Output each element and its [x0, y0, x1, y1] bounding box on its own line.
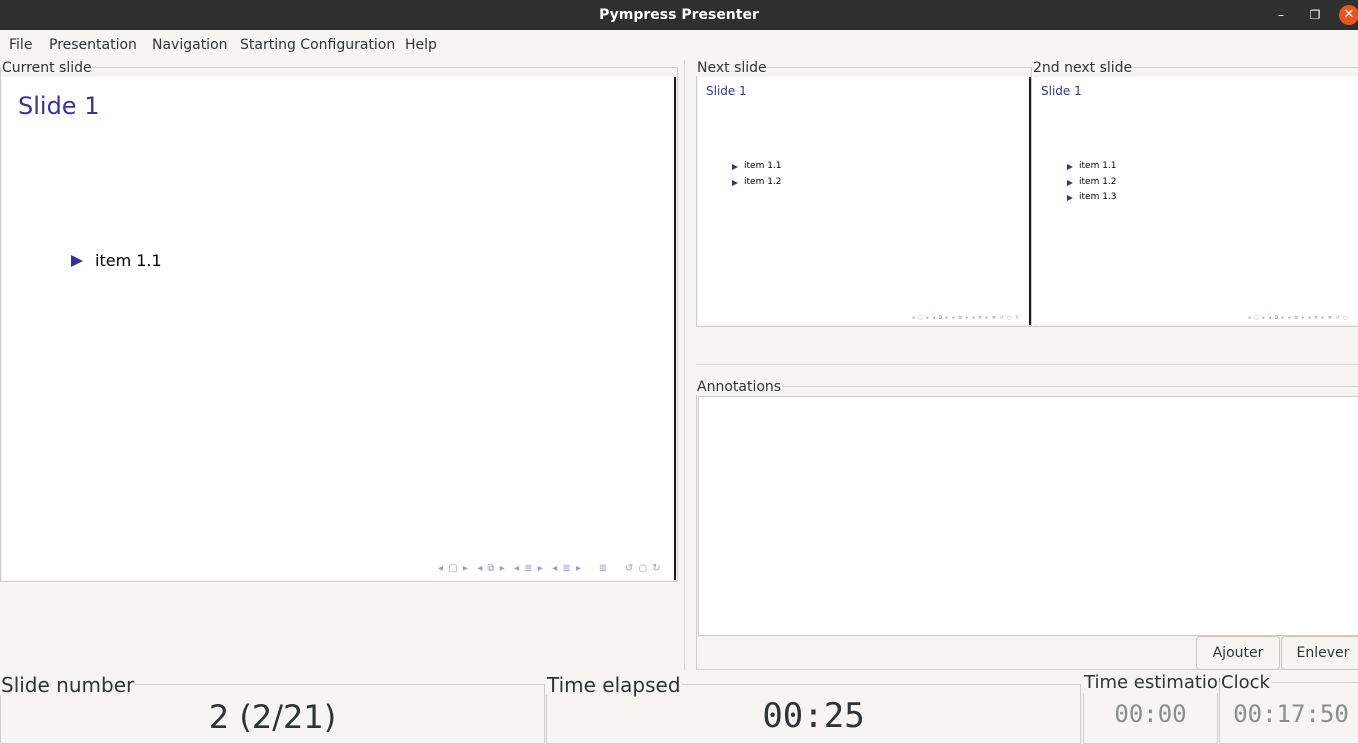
annotations-label: Annotations [696, 379, 783, 395]
time-estimation-label: Time estimation [1083, 672, 1231, 693]
add-annotation-button[interactable]: Ajouter [1196, 636, 1280, 670]
menu-bar: File Presentation Navigation Starting Co… [0, 30, 1358, 60]
slide-title: Slide 1 [706, 84, 747, 98]
menu-file[interactable]: File [9, 30, 32, 60]
clock-value: 00:17:50 [1233, 700, 1349, 728]
clock-label: Clock [1220, 672, 1271, 693]
bullet-icon [1067, 195, 1073, 201]
slide-item: item 1.2 [1079, 177, 1117, 187]
menu-help[interactable]: Help [405, 30, 437, 60]
beamer-nav-icons: ◂ ▢ ▸ ◂ ⧉ ▸ ◂ ≣ ▸ ◂ ≣ ▸ ≣ ↺ ○ ↻ [438, 563, 662, 574]
slide-item: item 1.1 [1079, 161, 1117, 171]
pane-separator[interactable] [696, 364, 1358, 365]
bullet-icon [1067, 180, 1073, 186]
bullet-icon [71, 255, 83, 267]
maximize-icon[interactable]: ❐ [1305, 5, 1325, 25]
menu-starting-configuration[interactable]: Starting Configuration [240, 30, 395, 60]
beamer-nav-icons: ◂ ▢ ▸ ◂ ⧉ ▸ ◂ ≣ ▸ ◂ ≣ ▸ ≣ ↺ ○ [1248, 315, 1349, 321]
close-icon[interactable]: ✕ [1339, 5, 1358, 25]
slide-title: Slide 1 [18, 92, 100, 120]
beamer-nav-icons: ◂ ▢ ▸ ◂ ⧉ ▸ ◂ ≣ ▸ ◂ ≣ ▸ ≣ ↺ ○ ↻ [912, 315, 1021, 321]
second-next-slide-label: 2nd next slide [1032, 60, 1134, 76]
slide-item: item 1.1 [95, 251, 162, 270]
bullet-icon [1067, 164, 1073, 170]
window-titlebar: Pympress Presenter – ❐ ✕ [0, 0, 1358, 30]
menu-navigation[interactable]: Navigation [152, 30, 228, 60]
slide-edge [674, 77, 676, 580]
slide-number-label: Slide number [0, 673, 136, 697]
slide-item: item 1.1 [744, 161, 782, 171]
time-elapsed-value[interactable]: 00:25 [546, 696, 1081, 736]
slide-item: item 1.3 [1079, 192, 1117, 202]
pane-divider[interactable] [684, 60, 685, 670]
current-slide-label: Current slide [1, 60, 93, 76]
second-next-slide-view[interactable]: Slide 1 item 1.1 item 1.2 item 1.3 ◂ ▢ ▸… [1032, 77, 1358, 325]
time-estimation-value[interactable]: 00:00 [1083, 700, 1218, 728]
slide-title: Slide 1 [1041, 84, 1082, 98]
slide-number-value[interactable]: 2 (2/21) [0, 698, 545, 736]
current-slide-view[interactable]: Slide 1 item 1.1 ◂ ▢ ▸ ◂ ⧉ ▸ ◂ ≣ ▸ ◂ ≣ ▸… [2, 77, 674, 580]
window-title: Pympress Presenter [599, 7, 759, 23]
bullet-icon [732, 164, 738, 170]
menu-presentation[interactable]: Presentation [49, 30, 137, 60]
next-slide-label: Next slide [696, 60, 768, 76]
annotations-text-area[interactable] [698, 396, 1358, 636]
minimize-icon[interactable]: – [1271, 5, 1291, 25]
remove-annotation-button[interactable]: Enlever [1281, 636, 1358, 670]
slide-item: item 1.2 [744, 177, 782, 187]
next-slide-view[interactable]: Slide 1 item 1.1 item 1.2 ◂ ▢ ▸ ◂ ⧉ ▸ ◂ … [698, 77, 1029, 325]
bullet-icon [732, 180, 738, 186]
time-elapsed-label: Time elapsed [546, 673, 682, 697]
